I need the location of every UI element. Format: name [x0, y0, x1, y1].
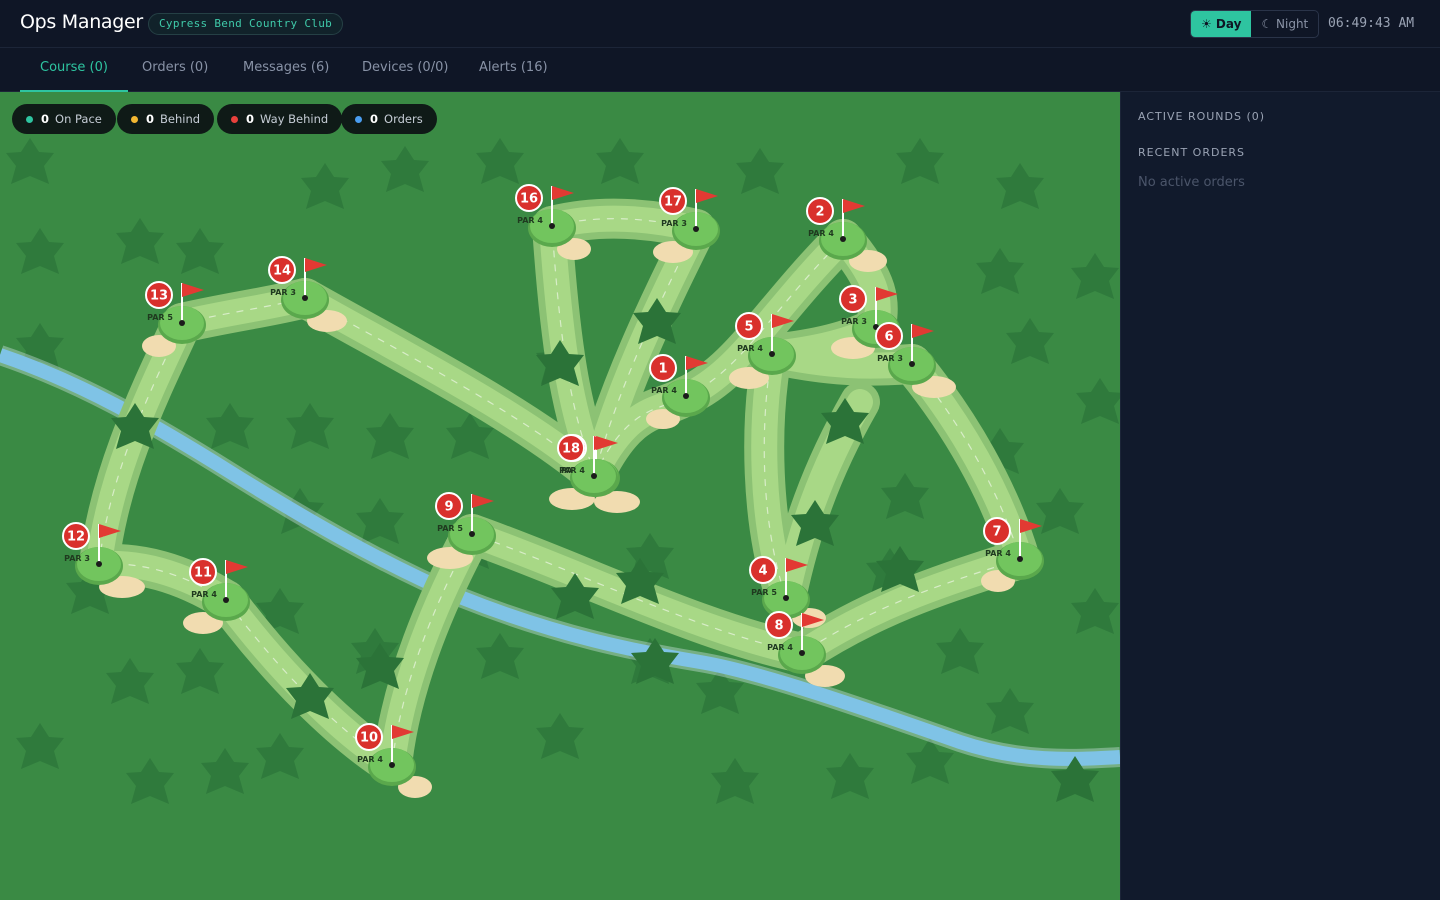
- hole-par-label: PAR 4: [985, 549, 1011, 558]
- hole-cup: [1017, 556, 1023, 562]
- legend-orders[interactable]: 0 Orders: [341, 104, 437, 134]
- hole-number-label: 8: [774, 619, 783, 634]
- hole-number-label: 16: [520, 192, 538, 207]
- orders-count: 0: [370, 112, 379, 126]
- orders-dot: [355, 115, 362, 123]
- hole-par-label: PAR 3: [64, 554, 90, 563]
- hole-number-label: 13: [150, 289, 168, 304]
- tab-orders[interactable]: Orders (0): [122, 48, 228, 92]
- hole-number-label: 9: [444, 500, 453, 515]
- hole-cup: [909, 361, 915, 367]
- top-bar: Ops Manager Cypress Bend Country Club ☀ …: [0, 0, 1440, 48]
- tab-bar: Course (0) Orders (0) Messages (6) Devic…: [0, 48, 1440, 92]
- hole-number-label: 1: [658, 362, 667, 377]
- hole-cup: [799, 650, 805, 656]
- hole-cup: [223, 597, 229, 603]
- way-behind-dot: [231, 115, 238, 123]
- hole-par-label: PAR 4: [737, 344, 763, 353]
- hole-16[interactable]: 16 PAR 4: [515, 184, 576, 247]
- hole-par-label: PAR 4: [517, 216, 543, 225]
- tab-messages[interactable]: Messages (6): [223, 48, 349, 92]
- hole-par-label: PAR 3: [270, 288, 296, 297]
- hole-number-label: 3: [848, 293, 857, 308]
- on-pace-count: 0: [41, 112, 50, 126]
- hole-number-label: 14: [273, 264, 291, 279]
- flag-icon: [843, 199, 865, 213]
- app-title: Ops Manager: [20, 11, 143, 33]
- hole-number-label: 17: [664, 195, 682, 210]
- night-mode-button[interactable]: ☾ Night: [1251, 11, 1318, 37]
- recent-orders-heading: RECENT ORDERS: [1138, 146, 1246, 159]
- hole-number-label: 6: [884, 330, 893, 345]
- hole-cup: [591, 473, 597, 479]
- hole-cup: [769, 351, 775, 357]
- hole-par-label: PAR 5: [147, 313, 173, 322]
- tab-devices[interactable]: Devices (0/0): [342, 48, 468, 92]
- way-behind-count: 0: [246, 112, 255, 126]
- foreground-trees: [111, 298, 1099, 802]
- hole-par-label: PAR 4: [651, 386, 677, 395]
- way-behind-label: Way Behind: [260, 112, 329, 126]
- hole-number-label: 7: [992, 525, 1001, 540]
- legend-on-pace[interactable]: 0 On Pace: [12, 104, 116, 134]
- flag-icon: [182, 283, 204, 297]
- day-mode-button[interactable]: ☀ Day: [1191, 11, 1252, 37]
- flag-icon: [226, 560, 248, 574]
- flag-icon: [305, 258, 327, 272]
- active-rounds-heading: ACTIVE ROUNDS (0): [1138, 110, 1266, 123]
- hole-cup: [840, 236, 846, 242]
- flag-icon: [472, 494, 494, 508]
- course-map-svg: 1 PAR 4 2 PAR 4 3 PAR 3 4 PAR 5 5 PAR 4 6 PAR 3 7 PAR…: [0, 138, 1120, 804]
- hole-cup: [179, 320, 185, 326]
- day-night-toggle[interactable]: ☀ Day ☾ Night: [1190, 10, 1320, 38]
- hole-11[interactable]: 11 PAR 4: [189, 558, 250, 621]
- behind-count: 0: [146, 112, 155, 126]
- hole-cup: [96, 561, 102, 567]
- behind-dot: [131, 115, 138, 123]
- hole-par-label: PAR 4: [559, 466, 585, 475]
- hole-par-label: PAR 4: [357, 755, 383, 764]
- sidebar: ACTIVE ROUNDS (0) RECENT ORDERS No activ…: [1120, 92, 1440, 900]
- tab-course[interactable]: Course (0): [20, 48, 128, 92]
- hole-cup: [549, 223, 555, 229]
- no-orders-text: No active orders: [1138, 175, 1245, 190]
- club-name-badge: Cypress Bend Country Club: [148, 13, 344, 35]
- flag-icon: [696, 189, 718, 203]
- hole-number-label: 10: [360, 731, 378, 746]
- hole-par-label: PAR 3: [877, 354, 903, 363]
- hole-number-label: 2: [815, 205, 824, 220]
- tab-alerts[interactable]: Alerts (16): [459, 48, 568, 92]
- hole-number-label: 11: [194, 566, 212, 581]
- on-pace-label: On Pace: [55, 112, 102, 126]
- clock: 06:49:43 AM: [1328, 16, 1415, 31]
- hole-par-label: PAR 5: [751, 588, 777, 597]
- hole-par-label: PAR 3: [841, 317, 867, 326]
- flag-icon: [552, 186, 574, 200]
- course-map[interactable]: 1 PAR 4 2 PAR 4 3 PAR 3 4 PAR 5 5 PAR 4 6 PAR 3 7 PAR…: [0, 92, 1120, 900]
- hole-par-label: PAR 3: [661, 219, 687, 228]
- on-pace-dot: [26, 115, 33, 123]
- hole-cup: [469, 531, 475, 537]
- hole-par-label: PAR 5: [437, 524, 463, 533]
- hole-number-label: 12: [67, 530, 85, 545]
- flag-icon: [912, 324, 934, 338]
- hole-cup: [683, 393, 689, 399]
- hole-cup: [693, 226, 699, 232]
- hole-cup: [783, 595, 789, 601]
- hole-par-label: PAR 4: [767, 643, 793, 652]
- hole-number-label: 4: [758, 564, 767, 579]
- hole-par-label: PAR 4: [808, 229, 834, 238]
- behind-label: Behind: [160, 112, 201, 126]
- hole-cup: [389, 762, 395, 768]
- orders-label: Orders: [384, 112, 423, 126]
- legend-behind[interactable]: 0 Behind: [117, 104, 215, 134]
- hole-par-label: PAR 4: [191, 590, 217, 599]
- hole-number-label: 5: [744, 320, 753, 335]
- hole-number-label: 18: [562, 442, 580, 457]
- legend-way-behind[interactable]: 0 Way Behind: [217, 104, 343, 134]
- hole-cup: [302, 295, 308, 301]
